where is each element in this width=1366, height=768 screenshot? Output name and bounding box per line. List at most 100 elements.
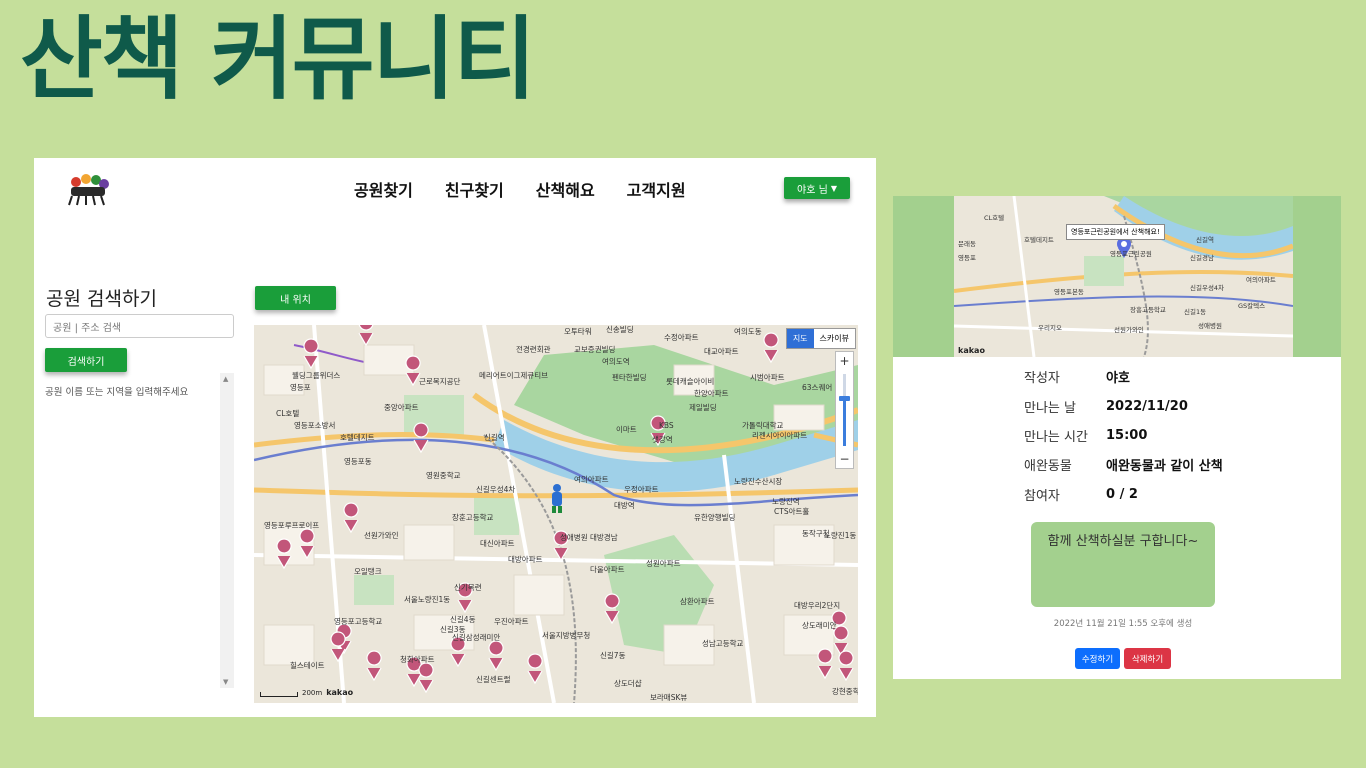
post-row-date: 만나는 날 2022/11/20: [1024, 397, 1188, 416]
map-place-label: CL호텔: [276, 409, 300, 418]
post-row-value: 애완동물과 같이 산책: [1106, 459, 1223, 474]
nav-support[interactable]: 고객지원: [627, 177, 686, 201]
scroll-down-icon[interactable]: ▼: [223, 678, 228, 686]
map-type-map[interactable]: 지도: [786, 329, 814, 348]
scroll-up-icon[interactable]: ▲: [223, 375, 228, 383]
nav-walk-together[interactable]: 산책해요: [536, 177, 595, 201]
map-place-label: 대방경남: [590, 533, 618, 542]
zoom-slider-handle[interactable]: [839, 396, 850, 401]
post-map-place-label: 신길역: [1196, 236, 1214, 244]
map-place-label: 노량진1동: [824, 531, 857, 540]
map-type-skyview[interactable]: 스카이뷰: [814, 329, 855, 348]
scale-bar: [260, 692, 298, 697]
map-place-label: 대방우리2단지: [794, 601, 841, 610]
map-place-label: 여의아파트: [574, 475, 609, 484]
post-message: 함께 산책하실분 구합니다~: [1031, 522, 1215, 607]
map-place-label: 신길4동: [450, 615, 476, 624]
post-row-value: 0 / 2: [1106, 487, 1138, 502]
map-place-label: 오투타워: [564, 327, 592, 336]
map-place-label: 노량진수산시장: [734, 477, 783, 486]
post-row-participants: 참여자 0 / 2: [1024, 485, 1138, 504]
map-place-label: 이마트: [616, 425, 637, 434]
map-place-label: 전경련회관: [516, 345, 551, 354]
map-place-label: 근로복지공단: [419, 377, 461, 386]
delete-button[interactable]: 삭제하기: [1124, 648, 1171, 669]
map-place-label: 상도더샵: [614, 679, 642, 688]
map-place-label: 노량진역: [772, 497, 800, 506]
search-button[interactable]: 검색하기: [45, 348, 127, 372]
map-place-label: 성애병원: [560, 533, 588, 542]
post-map-bubble: 영등포근린공원에서 산책해요!: [1066, 224, 1165, 240]
zoom-in-icon[interactable]: +: [836, 354, 853, 368]
map-place-label: 영원중학교: [426, 471, 461, 480]
post-map-place-label: 영등포본동: [1054, 288, 1084, 296]
post-map-place-label: 신길경남: [1190, 254, 1214, 262]
map-place-label: 웰딩그룹위더스: [292, 371, 341, 380]
map-place-label: 장훈고등학교: [452, 513, 494, 522]
post-map-place-label: 영등포: [958, 254, 976, 262]
nav-find-park[interactable]: 공원찾기: [354, 177, 413, 201]
map-place-label: 가톨릭대학교: [742, 421, 784, 430]
post-map-place-label: GS칼텍스: [1238, 302, 1266, 310]
park-search-screenshot: 공원찾기 친구찾기 산책해요 고객지원 야호 님 ▼ 공원 검색하기 공원 | …: [34, 158, 876, 717]
zoom-out-icon[interactable]: −: [836, 452, 853, 466]
map-place-label: 선원가와인: [364, 531, 399, 540]
post-map-place-label: 성애병원: [1198, 322, 1222, 330]
map-place-label: 성원아파트: [646, 559, 681, 568]
map-place-label: 영등포동: [344, 457, 372, 466]
park-map[interactable]: 오투타워 신송빌딩 여의도동 전경련회관 교보증권빌딩 대교아파트 수정아파트 여의도역 시범아…: [254, 325, 858, 703]
map-place-label: 메리어트이그제큐티브: [479, 371, 548, 380]
zoom-control[interactable]: + −: [835, 351, 854, 469]
post-map-place-label: 신길1동: [1184, 308, 1207, 316]
park-search-input[interactable]: 공원 | 주소 검색: [45, 314, 234, 338]
logo-icon[interactable]: [66, 172, 112, 206]
scale-label: 200m: [302, 689, 323, 697]
map-place-label: 대방아파트: [508, 555, 543, 564]
post-map[interactable]: 영등포근린공원에서 산책해요! CL호텔 문래동 영등포 호텔데지트 신길역 신길경남 영등…: [954, 196, 1293, 357]
caret-down-icon: ▼: [830, 183, 837, 193]
results-scrollbar[interactable]: ▲ ▼: [220, 373, 234, 688]
map-place-label: 교보증권빌딩: [574, 345, 616, 354]
edit-button[interactable]: 수정하기: [1075, 648, 1120, 669]
map-place-label: 오일탱크: [354, 567, 382, 576]
map-place-label: 우정아파트: [624, 485, 659, 494]
map-place-label: 63스퀘어: [802, 383, 833, 392]
map-place-label: 영등포소방서: [294, 421, 336, 430]
post-row-value: 2022/11/20: [1106, 399, 1188, 414]
map-place-label: 시범아파트: [750, 373, 785, 382]
my-location-button[interactable]: 내 위치: [255, 286, 336, 310]
map-place-label: 신길센트럴: [476, 675, 511, 684]
user-menu-label: 야호 님: [797, 184, 828, 196]
search-placeholder: 공원 | 주소 검색: [53, 322, 122, 334]
map-place-label: 상도래미안: [802, 621, 837, 630]
map-place-label: 신길우성4차: [476, 485, 516, 494]
map-scale: 200m kakao: [260, 688, 353, 697]
user-menu-button[interactable]: 야호 님 ▼: [784, 177, 850, 199]
walk-post-detail: 영등포근린공원에서 산책해요! CL호텔 문래동 영등포 호텔데지트 신길역 신길경남 영등…: [893, 196, 1341, 679]
map-place-label: 리젠시아이아파트: [752, 431, 808, 440]
map-place-label: 수정아파트: [664, 333, 699, 342]
map-place-label: 펜타한빌딩: [612, 373, 647, 382]
map-place-label: 신길역: [484, 433, 505, 442]
nav-find-friend[interactable]: 친구찾기: [445, 177, 504, 201]
post-map-place-label: 신길우성4차: [1190, 284, 1225, 292]
map-place-label: 영등포루프로이프: [264, 521, 320, 530]
map-place-label: 신기목련: [454, 583, 482, 592]
map-place-label: 대신아파트: [480, 539, 515, 548]
post-row-author: 작성자 야호: [1024, 367, 1130, 386]
post-row-key: 만나는 시간: [1024, 430, 1088, 445]
map-type-toggle[interactable]: 지도 스카이뷰: [785, 328, 856, 349]
post-row-value: 야호: [1106, 371, 1130, 386]
map-place-label: 신길삼성래미안: [452, 633, 501, 642]
map-place-label: 청화아파트: [400, 655, 435, 664]
map-place-label: 영등포: [290, 383, 311, 392]
map-place-label: 우진아파트: [494, 617, 529, 626]
kakao-logo: kakao: [958, 346, 985, 355]
zoom-level-fill: [843, 398, 846, 446]
map-place-label: 롯데캐슬아이비: [666, 377, 715, 386]
post-row-key: 애완동물: [1024, 459, 1072, 474]
map-place-label: 여의도역: [602, 357, 630, 366]
map-place-label: 힐스테이트: [290, 661, 325, 670]
map-place-label: KBS: [659, 421, 674, 430]
map-place-label: 한양아파트: [694, 389, 729, 398]
